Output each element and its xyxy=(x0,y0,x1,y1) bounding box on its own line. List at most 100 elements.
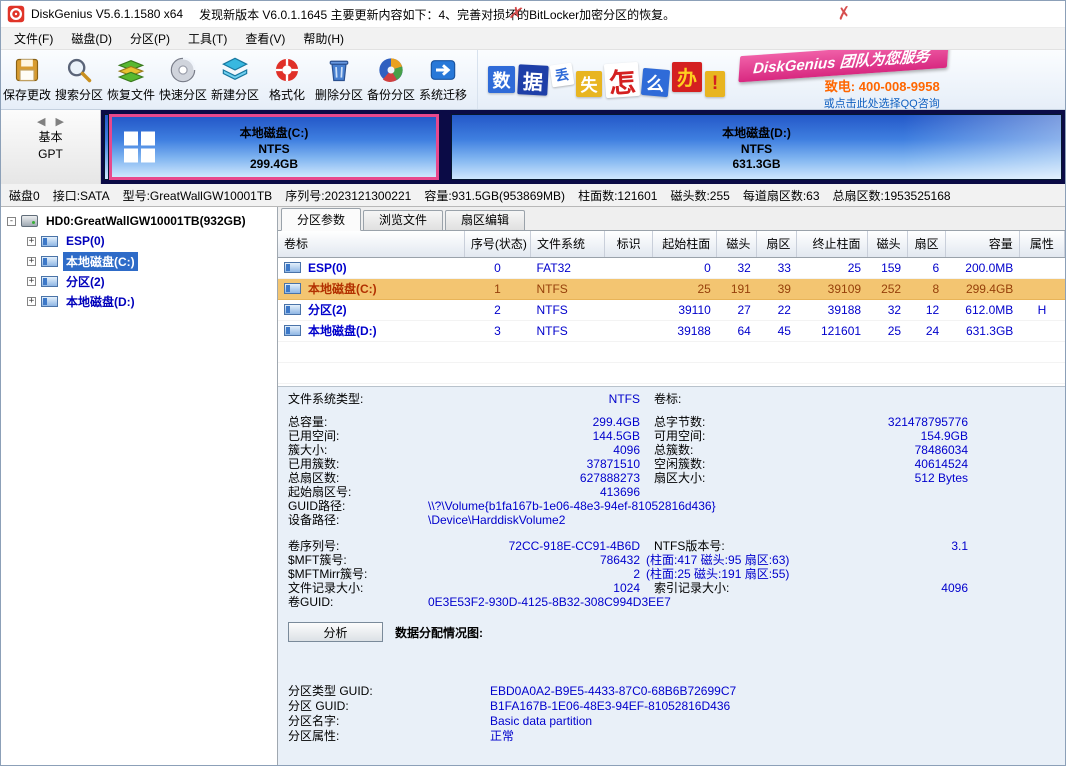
tree-item-d-drive[interactable]: + 本地磁盘(D:) xyxy=(1,291,277,311)
table-row-d-drive[interactable]: 本地磁盘(D:) 3 NTFS 39188 64 45 121601 25 24… xyxy=(278,320,1065,341)
red-scribble-icon: ✗ xyxy=(835,3,853,25)
column-header[interactable]: 磁头 xyxy=(717,231,757,257)
field-label: NTFS版本号: xyxy=(654,539,778,553)
tab-browse-files[interactable]: 浏览文件 xyxy=(363,210,443,230)
banner-tile: 据 xyxy=(517,64,549,96)
field-label: 卷GUID: xyxy=(288,595,428,609)
column-header[interactable]: 扇区 xyxy=(907,231,945,257)
menu-disk[interactable]: 磁盘(D) xyxy=(62,28,121,49)
column-header[interactable]: 磁头 xyxy=(867,231,907,257)
guid-path-value: \\?\Volume{b1fa167b-1e06-48e3-94ef-81052… xyxy=(428,499,716,513)
cell: 12 xyxy=(907,299,945,320)
cell: 32 xyxy=(867,299,907,320)
menu-partition[interactable]: 分区(P) xyxy=(121,28,179,49)
format-icon xyxy=(273,56,301,84)
cell xyxy=(605,257,653,278)
promo-banner[interactable]: 数 据 丢 失 怎 么 办 ! DiskGenius 团队为您服务 致电: 40… xyxy=(477,50,1065,109)
analyze-button[interactable]: 分析 xyxy=(288,622,383,642)
cell: 25 xyxy=(797,257,867,278)
field-label: 卷序列号: xyxy=(288,539,428,553)
column-header[interactable]: 属性 xyxy=(1019,231,1064,257)
cell: 39188 xyxy=(653,320,717,341)
column-header[interactable]: 文件系统 xyxy=(530,231,604,257)
cell: NTFS xyxy=(530,299,604,320)
table-row-esp[interactable]: ESP(0) 0 FAT32 0 32 33 25 159 6 200.0MB xyxy=(278,257,1065,278)
field-label: 扇区大小: xyxy=(654,471,778,485)
recover-files-button[interactable]: 恢复文件 xyxy=(105,50,157,109)
collapse-icon[interactable]: - xyxy=(7,217,16,226)
column-header[interactable]: 起始柱面 xyxy=(653,231,717,257)
next-disk-button[interactable]: ▶ xyxy=(56,115,64,128)
field-value-extra: (柱面:25 磁头:191 扇区:55) xyxy=(646,567,789,581)
tab-sector-edit[interactable]: 扇区编辑 xyxy=(445,210,525,230)
update-notice[interactable]: 发现新版本 V6.0.1.1645 主要更新内容如下：4、完善对损坏的BitLo… xyxy=(199,6,675,23)
partition-details-panel: 文件系统类型: NTFS 卷标: 总容量: 299.4GB 总字节数: 3214… xyxy=(278,387,1065,765)
field-value: 321478795776 xyxy=(778,415,968,429)
search-partition-button[interactable]: 搜索分区 xyxy=(53,50,105,109)
banner-tile: ! xyxy=(705,71,725,97)
field-label: $MFTMirr簇号: xyxy=(288,567,428,581)
partition-block-c-selected[interactable]: 本地磁盘(C:) NTFS 299.4GB xyxy=(109,114,439,180)
field-label: 起始扇区号: xyxy=(288,485,428,499)
menu-file[interactable]: 文件(F) xyxy=(5,28,62,49)
partition-name-value: Basic data partition xyxy=(490,714,592,729)
partition-guid-value: B1FA167B-1E06-48E3-94EF-81052816D436 xyxy=(490,699,730,714)
field-value: 2 xyxy=(428,567,640,581)
column-header[interactable]: 终止柱面 xyxy=(797,231,867,257)
backup-partition-button[interactable]: 备份分区 xyxy=(365,50,417,109)
partition-block-d[interactable]: 本地磁盘(D:) NTFS 631.3GB xyxy=(451,114,1062,180)
support-phone: 致电: 400-008-9958 xyxy=(825,76,940,95)
window-title: DiskGenius V5.6.1.1580 x64 xyxy=(31,7,183,21)
menu-view[interactable]: 查看(V) xyxy=(236,28,294,49)
expand-icon[interactable]: + xyxy=(27,237,36,246)
quick-partition-button[interactable]: 快速分区 xyxy=(157,50,209,109)
column-header[interactable]: 序号(状态) xyxy=(464,231,530,257)
disk-heads: 磁头数:255 xyxy=(670,187,729,204)
prev-disk-button[interactable]: ◀ xyxy=(37,115,45,128)
system-migration-button[interactable]: 系统迁移 xyxy=(417,50,469,109)
partition-block-recovery[interactable] xyxy=(439,114,451,180)
column-header[interactable]: 标识 xyxy=(605,231,653,257)
expand-icon[interactable]: + xyxy=(27,277,36,286)
field-label: 总扇区数: xyxy=(288,471,428,485)
delete-partition-button[interactable]: 删除分区 xyxy=(313,50,365,109)
field-label: 总容量: xyxy=(288,415,428,429)
tree-item-disk[interactable]: - HD0:GreatWallGW10001TB(932GB) xyxy=(1,211,277,231)
cell xyxy=(1019,278,1064,299)
disk-model: 型号:GreatWallGW10001TB xyxy=(123,187,273,204)
column-header[interactable]: 扇区 xyxy=(757,231,797,257)
tab-partition-params[interactable]: 分区参数 xyxy=(281,208,361,231)
disk-scheme-label: 基本 xyxy=(38,130,62,145)
menu-tools[interactable]: 工具(T) xyxy=(179,28,236,49)
save-changes-button[interactable]: 保存更改 xyxy=(1,50,53,109)
qq-consult-link[interactable]: 或点击此处选择QQ咨询 xyxy=(824,95,940,110)
field-label: 文件记录大小: xyxy=(288,581,428,595)
partition-tree: - HD0:GreatWallGW10001TB(932GB) + ESP(0)… xyxy=(1,207,278,765)
tree-item-esp[interactable]: + ESP(0) xyxy=(1,231,277,251)
partition-icon xyxy=(284,325,301,336)
field-value: 413696 xyxy=(428,485,640,499)
cell: 6 xyxy=(907,257,945,278)
cell: 159 xyxy=(867,257,907,278)
expand-icon[interactable]: + xyxy=(27,257,36,266)
column-header[interactable]: 卷标 xyxy=(278,231,464,257)
tree-item-partition2[interactable]: + 分区(2) xyxy=(1,271,277,291)
disk-capacity: 容量:931.5GB(953869MB) xyxy=(424,187,565,204)
menu-help[interactable]: 帮助(H) xyxy=(294,28,353,49)
field-value: 4096 xyxy=(428,443,640,457)
cell xyxy=(605,278,653,299)
cell: 24 xyxy=(907,320,945,341)
cell: 39188 xyxy=(797,299,867,320)
format-button[interactable]: 格式化 xyxy=(261,50,313,109)
table-row-partition2[interactable]: 分区(2) 2 NTFS 39110 27 22 39188 32 12 612… xyxy=(278,299,1065,320)
partition-icon xyxy=(41,236,58,247)
tree-item-c-drive[interactable]: + 本地磁盘(C:) xyxy=(1,251,277,271)
table-header-row: 卷标 序号(状态) 文件系统 标识 起始柱面 磁头 扇区 终止柱面 磁头 扇区 … xyxy=(278,231,1065,257)
column-header[interactable]: 容量 xyxy=(945,231,1019,257)
disk-serial: 序列号:2023121300221 xyxy=(285,187,411,204)
banner-tile: 怎 xyxy=(604,61,640,97)
table-row-c-drive-selected[interactable]: 本地磁盘(C:) 1 NTFS 25 191 39 39109 252 8 29… xyxy=(278,278,1065,299)
new-partition-button[interactable]: 新建分区 xyxy=(209,50,261,109)
cell: 25 xyxy=(867,320,907,341)
expand-icon[interactable]: + xyxy=(27,297,36,306)
